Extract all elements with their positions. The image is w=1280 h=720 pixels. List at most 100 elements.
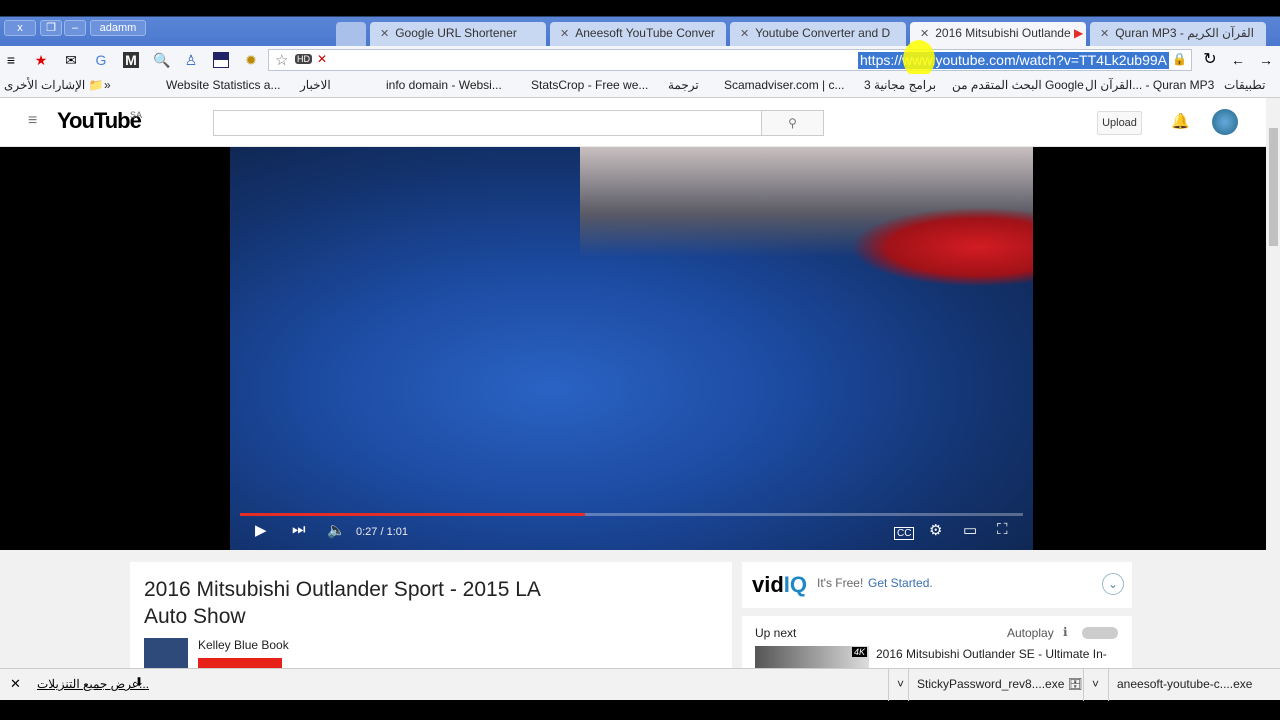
avatar[interactable] [1212, 109, 1238, 135]
minimize-window-button[interactable]: – [64, 20, 86, 36]
bookmark[interactable]: Scamadviser.com | c... [724, 78, 845, 92]
captions-icon[interactable]: CC [894, 527, 915, 540]
4k-badge: 4K [851, 647, 867, 657]
vidiq-logo: vidIQ [752, 572, 807, 598]
bookmarks-overflow[interactable]: » [104, 78, 111, 92]
guide-menu-icon[interactable]: ≡ [28, 112, 37, 130]
fullscreen-icon[interactable]: ⛶ [997, 521, 1008, 538]
hd-icon[interactable]: HD [295, 54, 312, 64]
cursor-highlight [903, 40, 935, 78]
next-video-title[interactable]: 2016 Mitsubishi Outlander SE - Ultimate … [876, 647, 1107, 661]
up-next-panel: Up next Autoplay ℹ 4K 2016 Mitsubishi Ou… [742, 616, 1132, 676]
settings-gear-icon[interactable]: ⚙ [929, 521, 942, 539]
apps-bookmark[interactable]: تطبيقات [1224, 78, 1265, 92]
progress-bar[interactable] [240, 513, 1023, 516]
download-menu-chevron[interactable]: ˅ [1083, 669, 1103, 701]
download-menu-chevron[interactable]: ˅ [888, 669, 908, 701]
youtube-logo[interactable]: YouTube [57, 108, 142, 134]
tab-aneesoft[interactable]: ✕ Aneesoft YouTube Conver [550, 22, 726, 46]
star-extension-icon[interactable]: ★ [33, 52, 49, 68]
close-tab-icon[interactable]: ✕ [1100, 28, 1109, 40]
gear-extension-icon[interactable]: ✹ [243, 52, 259, 68]
bookmark[interactable]: البحث المتقدم من Google [952, 78, 1084, 92]
address-bar[interactable]: ☆ HD ✕ https://www.youtube.com/watch?v=T… [268, 40, 1192, 78]
chevron-down-icon[interactable]: ⌄ [1102, 573, 1124, 595]
play-icon[interactable]: ▶ [255, 521, 267, 539]
volume-icon[interactable]: 🔈 [327, 521, 346, 539]
region-label: SA [130, 110, 143, 120]
close-tab-icon[interactable]: ✕ [560, 28, 569, 40]
tab-label: Youtube Converter and D [755, 26, 891, 40]
translate-extension-icon[interactable]: G [93, 52, 109, 68]
vidiq-get-started-link[interactable]: Get Started. [868, 576, 933, 590]
bookmark[interactable]: 3 برامج مجانية [864, 78, 936, 92]
search-input[interactable] [213, 110, 762, 136]
info-icon[interactable]: ℹ [1063, 625, 1068, 639]
close-tab-icon[interactable]: ✕ [380, 28, 389, 40]
search-button[interactable]: ⚲ [761, 110, 824, 136]
tab-quran[interactable]: ✕ Quran MP3 - القرآن الكريم [1090, 22, 1266, 46]
youtube-favicon-icon: ▶ [1073, 26, 1084, 40]
tab-label: Quran MP3 - القرآن الكريم [1115, 26, 1254, 40]
youtube-header: ≡ YouTube SA ⚲ Upload 🔔 [0, 98, 1266, 147]
label: الإشارات الأخرى [4, 78, 86, 92]
video-title: 2016 Mitsubishi Outlander Sport - 2015 L… [144, 578, 540, 628]
video-info: 2016 Mitsubishi Outlander Sport - 2015 L… [130, 562, 732, 682]
tab-youtube-converter[interactable]: ✕ Youtube Converter and D [730, 22, 906, 46]
download-filename: StickyPassword_rev8....exe [917, 677, 1065, 691]
time-display: 0:27 / 1:01 [356, 526, 408, 538]
bookmark[interactable]: ترجمة [668, 78, 699, 92]
tab-mitsubishi[interactable]: ✕ 2016 Mitsubishi Outlande ▶ [910, 22, 1086, 46]
close-window-button[interactable]: x [4, 20, 36, 36]
download-item[interactable]: aneesoft-youtube-c....exe [1108, 669, 1280, 701]
vidiq-free: It's Free! [817, 576, 864, 590]
show-all-downloads-link[interactable]: عرض جميع التنزيلات... [37, 677, 149, 691]
next-icon[interactable]: ⏭ [292, 521, 306, 538]
other-bookmarks[interactable]: الإشارات الأخرى 📁 [4, 78, 104, 92]
close-downloads-icon[interactable]: ✕ [10, 676, 21, 692]
bell-icon[interactable]: 🔔 [1171, 112, 1190, 130]
theater-mode-icon[interactable]: ▭ [963, 521, 977, 539]
magnifier-extension-icon[interactable]: 🔍 [153, 52, 170, 68]
close-tab-icon[interactable]: ✕ [920, 28, 929, 40]
forward-icon[interactable]: → [1258, 52, 1274, 68]
back-icon[interactable]: ← [1230, 52, 1246, 68]
tab-label: 2016 Mitsubishi Outlande [935, 26, 1071, 40]
channel-name[interactable]: Kelley Blue Book [198, 638, 289, 652]
video-player[interactable]: ▶ ⏭ 🔈 0:27 / 1:01 CC ⚙ ▭ ⛶ [0, 147, 1266, 550]
video-scene [850, 207, 1033, 287]
download-item[interactable]: StickyPassword_rev8....exe 🗄 [908, 669, 1083, 701]
vidiq-panel: vidIQ It's Free! Get Started. ⌄ [742, 562, 1132, 608]
mail-extension-icon[interactable]: ✉ [63, 52, 79, 68]
window-extension-icon[interactable] [213, 52, 229, 68]
upload-button[interactable]: Upload [1097, 111, 1142, 135]
bookmark-star-icon[interactable]: ☆ [275, 51, 288, 69]
bookmark[interactable]: info domain - Websi... [386, 78, 502, 92]
up-next-label: Up next [755, 626, 797, 640]
bookmark[interactable]: Website Statistics a... [166, 78, 281, 92]
blocked-icon[interactable]: ✕ [317, 52, 327, 66]
tab-label: Google URL Shortener [395, 26, 517, 40]
tab-google-url-shortener[interactable]: ✕ Google URL Shortener [370, 22, 546, 46]
bookmark[interactable]: StatsCrop - Free we... [531, 78, 648, 92]
bookmarks-bar: الإشارات الأخرى 📁 » Website Statistics a… [0, 74, 1280, 98]
autoplay-toggle[interactable] [1082, 627, 1118, 639]
progress-fill [240, 513, 585, 516]
bookmark[interactable]: الاخبار [300, 78, 331, 92]
autoplay-label: Autoplay [1007, 626, 1054, 640]
bookmark[interactable]: القرآن ال... - Quran MP3 [1085, 78, 1214, 92]
channel-avatar[interactable] [144, 638, 188, 668]
user-extension-icon[interactable]: ♙ [183, 52, 199, 68]
close-tab-icon[interactable]: ✕ [740, 28, 749, 40]
restore-window-button[interactable]: ❐ [40, 20, 62, 36]
subscribe-button[interactable] [198, 658, 282, 668]
new-tab-button[interactable] [336, 22, 366, 46]
video-frame[interactable] [230, 147, 1033, 550]
profile-button[interactable]: adamm [90, 20, 146, 36]
reload-icon[interactable]: ↻ [1202, 52, 1218, 68]
menu-icon[interactable]: ≡ [3, 52, 19, 68]
installer-icon: 🗄 [1067, 677, 1083, 691]
download-bar: ✕ عرض جميع التنزيلات... ⬇ ˅ StickyPasswo… [0, 668, 1280, 701]
scrollbar-thumb[interactable] [1269, 128, 1278, 246]
m-extension-icon[interactable]: M [123, 52, 139, 68]
